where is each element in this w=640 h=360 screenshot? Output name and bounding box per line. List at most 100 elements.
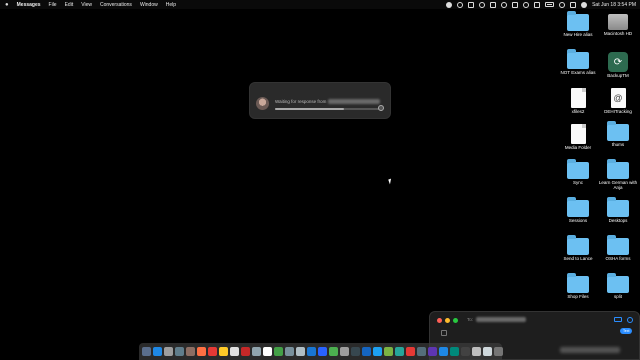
apple-menu-icon[interactable]: ● — [5, 2, 9, 8]
desktop-icon-osha-forms[interactable]: OSHA forms — [596, 235, 640, 261]
battery-icon[interactable] — [545, 2, 555, 7]
desktop-icon-learn-german-with-anja[interactable]: Learn German with Anja — [596, 159, 640, 190]
dock-app-icon[interactable] — [142, 347, 151, 356]
redacted-name — [328, 99, 381, 105]
status-icon[interactable] — [479, 1, 486, 8]
status-icon[interactable] — [468, 1, 475, 8]
dock-app-icon[interactable] — [395, 347, 404, 356]
zoom-button[interactable] — [453, 318, 458, 323]
desktop-icon-label: Send to Lance — [563, 256, 593, 261]
status-icon[interactable] — [501, 1, 508, 8]
dock-app-icon[interactable] — [285, 347, 294, 356]
desktop-icon-thums[interactable]: thums — [596, 121, 640, 147]
dock-app-icon[interactable] — [164, 347, 173, 356]
recipient-field[interactable]: To: — [467, 317, 527, 323]
menu-bar: ● Messages File Edit View Conversations … — [0, 0, 640, 9]
desktop-icon-xfiles2[interactable]: xfiles2 — [556, 88, 600, 114]
desktop-icon-label: thums — [611, 142, 625, 147]
dock-app-icon[interactable] — [230, 347, 239, 356]
redacted-text — [560, 347, 620, 353]
dock-app-icon[interactable] — [186, 347, 195, 356]
dock-app-icon[interactable] — [252, 347, 261, 356]
desktop-icon-split[interactable]: split — [596, 273, 640, 299]
folder-icon — [567, 197, 589, 217]
dock-app-icon[interactable] — [483, 347, 492, 356]
dock-app-icon[interactable] — [307, 347, 316, 356]
close-button[interactable] — [437, 318, 442, 323]
dock-app-icon[interactable] — [428, 347, 437, 356]
dock-app-icon[interactable] — [362, 347, 371, 356]
menu-view[interactable]: View — [81, 2, 92, 8]
menu-window[interactable]: Window — [140, 2, 158, 8]
desktop-icon-sync[interactable]: Sync — [556, 159, 600, 185]
response-progress-bar — [275, 108, 381, 110]
folder-icon — [567, 49, 589, 69]
desktop-icon-dehitracking[interactable]: @ DEHITracking — [596, 88, 640, 114]
desktop-icon-shop-files[interactable]: Shop Files — [556, 273, 600, 299]
dock-app-icon[interactable] — [494, 347, 503, 356]
control-center-icon[interactable] — [570, 1, 577, 8]
folder-icon — [567, 273, 589, 293]
folder-icon — [567, 11, 589, 31]
desktop-icon-desktops[interactable]: Desktops — [596, 197, 640, 223]
dock-app-icon[interactable] — [296, 347, 305, 356]
desktop-icon-label: split — [613, 294, 622, 299]
wifi-icon[interactable] — [559, 1, 566, 8]
desktop-icon-label: Learn German with Anja — [598, 180, 638, 190]
dock-app-icon[interactable] — [318, 347, 327, 356]
desktop-icon-media-folder[interactable]: Media Folder — [556, 124, 600, 150]
desktop-icon-label: DEHITracking — [604, 109, 632, 114]
status-icon[interactable] — [446, 1, 453, 8]
desktop-icon-label: Sync — [572, 180, 583, 185]
dock-app-icon[interactable] — [175, 347, 184, 356]
siri-icon[interactable] — [581, 1, 588, 8]
dock-app-icon[interactable] — [208, 347, 217, 356]
menu-file[interactable]: File — [49, 2, 57, 8]
dock-app-icon[interactable] — [439, 347, 448, 356]
dock-app-icon[interactable] — [329, 347, 338, 356]
info-icon[interactable] — [627, 317, 633, 323]
desktop-icon-label: BackupTM — [607, 73, 629, 78]
dock-app-icon[interactable] — [450, 347, 459, 356]
dock-app-icon[interactable] — [406, 347, 415, 356]
to-label: To: — [467, 317, 474, 322]
menu-help[interactable]: Help — [166, 2, 176, 8]
desktop-icon-not-exams-alias[interactable]: NOT Exams alias — [556, 49, 600, 75]
dock-app-icon[interactable] — [241, 347, 250, 356]
dock-app-icon[interactable] — [274, 347, 283, 356]
folder-icon — [567, 235, 589, 255]
dock-app-icon[interactable] — [472, 347, 481, 356]
desktop-icon-label: Media Folder — [564, 145, 592, 150]
compose-icon[interactable] — [441, 330, 447, 336]
dock-app-icon[interactable] — [219, 347, 228, 356]
status-icon[interactable] — [512, 1, 519, 8]
dock-app-icon[interactable] — [263, 347, 272, 356]
facetime-video-icon[interactable] — [614, 317, 622, 322]
app-menu[interactable]: Messages — [17, 2, 41, 8]
screen-share-notification[interactable]: Waiting for response from — [249, 82, 391, 119]
status-icon[interactable] — [457, 1, 464, 8]
dock-app-icon[interactable] — [351, 347, 360, 356]
desktop-icon-label: Desktops — [608, 218, 628, 223]
dock-app-icon[interactable] — [461, 347, 470, 356]
redacted-name — [476, 317, 527, 323]
stop-icon[interactable] — [378, 105, 384, 111]
desktop-icon-send-to-lance[interactable]: Send to Lance — [556, 235, 600, 261]
status-icon[interactable] — [523, 1, 530, 8]
status-icon[interactable] — [490, 1, 497, 8]
dock-app-icon[interactable] — [384, 347, 393, 356]
desktop-icon-macintosh-hd[interactable]: Macintosh HD — [596, 14, 640, 36]
minimize-button[interactable] — [445, 318, 450, 323]
dock-app-icon[interactable] — [340, 347, 349, 356]
desktop-icon-backuptm[interactable]: ⟳ BackupTM — [596, 52, 640, 78]
desktop-icon-new-hire-alias[interactable]: New Hire alias — [556, 11, 600, 37]
menu-bar-clock[interactable]: Sat Jun 18 3:54 PM — [592, 2, 636, 8]
desktop-icon-sessions[interactable]: Sessions — [556, 197, 600, 223]
menu-edit[interactable]: Edit — [65, 2, 74, 8]
menu-conversations[interactable]: Conversations — [100, 2, 132, 8]
dock-app-icon[interactable] — [417, 347, 426, 356]
dock-app-icon[interactable] — [197, 347, 206, 356]
dock-app-icon[interactable] — [373, 347, 382, 356]
status-icon[interactable] — [534, 1, 541, 8]
dock-app-icon[interactable] — [153, 347, 162, 356]
